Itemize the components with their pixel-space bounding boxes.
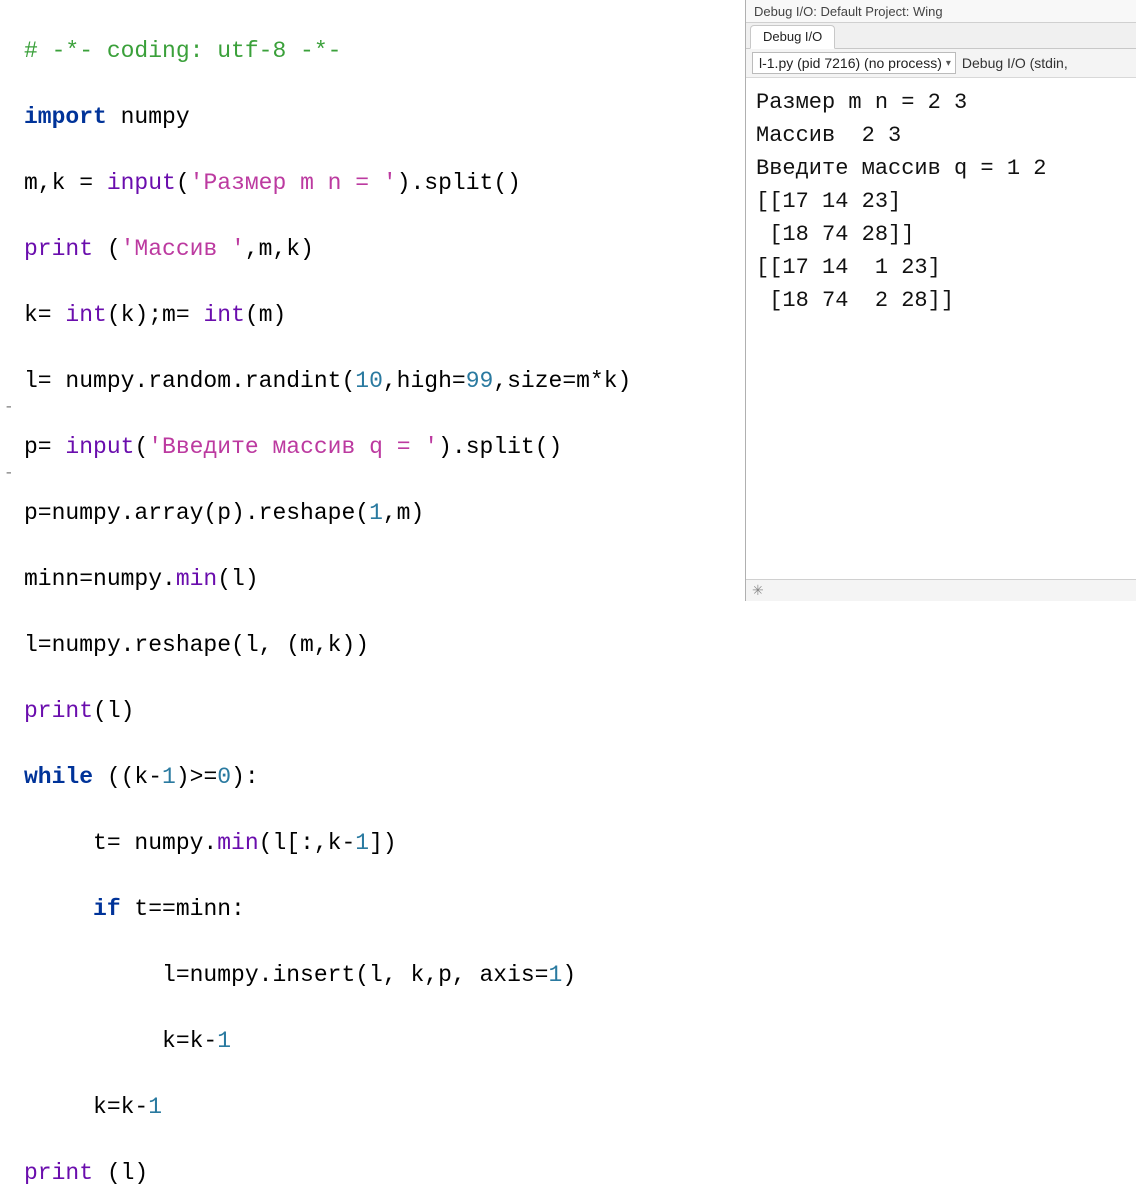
debug-tab-bar: Debug I/O <box>746 23 1136 49</box>
debug-toolbar-label: Debug I/O (stdin, <box>962 55 1068 71</box>
fn-print: print <box>24 1160 93 1186</box>
fn-input: input <box>65 434 134 460</box>
editor-gutter: - - <box>0 0 24 601</box>
debug-toolbar: l-1.py (pid 7216) (no process) ▾ Debug I… <box>746 49 1136 78</box>
code-text: ((k- <box>93 764 162 790</box>
code-string: 'Массив ' <box>121 236 245 262</box>
debug-output[interactable]: Размер m n = 2 3 Массив 2 3 Введите масс… <box>746 78 1136 579</box>
code-text: p=numpy.array(p).reshape( <box>24 500 369 526</box>
code-editor-pane: - - # -*- coding: utf-8 -*- import numpy… <box>0 0 745 601</box>
chevron-down-icon: ▾ <box>946 58 951 69</box>
code-text: l=numpy.insert(l, k,p, axis= <box>24 962 549 988</box>
debug-pane-title: Debug I/O: Default Project: Wing <box>746 0 1136 23</box>
code-text: ]) <box>369 830 397 856</box>
code-text: k= <box>24 302 65 328</box>
fn-min: min <box>217 830 258 856</box>
code-comment: # -*- coding: utf-8 -*- <box>24 38 341 64</box>
code-text: ,size=m*k) <box>493 368 631 394</box>
code-text: ,high= <box>383 368 466 394</box>
code-text <box>24 896 93 922</box>
code-text: numpy <box>107 104 190 130</box>
code-number: 99 <box>466 368 494 394</box>
code-text: ( <box>176 170 190 196</box>
fn-int: int <box>65 302 106 328</box>
code-number: 0 <box>217 764 231 790</box>
code-text: ( <box>93 236 121 262</box>
code-string: 'Размер m n = ' <box>190 170 397 196</box>
code-text: minn=numpy. <box>24 566 176 592</box>
code-area[interactable]: # -*- coding: utf-8 -*- import numpy m,k… <box>24 0 745 601</box>
process-selector-label: l-1.py (pid 7216) (no process) <box>759 55 942 71</box>
code-number: 1 <box>148 1094 162 1120</box>
fn-input: input <box>107 170 176 196</box>
code-text: ) <box>562 962 576 988</box>
code-number: 10 <box>355 368 383 394</box>
code-text: l= numpy.random.randint( <box>24 368 355 394</box>
fold-marker-icon[interactable]: - <box>4 398 14 416</box>
fn-min: min <box>176 566 217 592</box>
code-text: (l[:,k- <box>259 830 356 856</box>
debug-footer: ✳ <box>746 579 1136 601</box>
code-text: ,m) <box>383 500 424 526</box>
code-number: 1 <box>162 764 176 790</box>
code-number: 1 <box>217 1028 231 1054</box>
code-text: m,k = <box>24 170 107 196</box>
code-text: k=k- <box>24 1028 217 1054</box>
code-text: l=numpy.reshape(l, (m,k)) <box>24 632 369 658</box>
code-text: p= <box>24 434 65 460</box>
kw-if: if <box>93 896 121 922</box>
code-text: ,m,k) <box>245 236 314 262</box>
code-text: )>= <box>176 764 217 790</box>
code-number: 1 <box>369 500 383 526</box>
code-text: (l) <box>93 698 134 724</box>
code-text: k=k- <box>24 1094 148 1120</box>
fold-marker-icon[interactable]: - <box>4 464 14 482</box>
code-text: (k);m= <box>107 302 204 328</box>
code-number: 1 <box>355 830 369 856</box>
code-string: 'Введите массив q = ' <box>148 434 438 460</box>
code-text: ).split() <box>397 170 521 196</box>
bug-icon[interactable]: ✳ <box>752 582 764 599</box>
code-text: t= numpy. <box>24 830 217 856</box>
fn-print: print <box>24 236 93 262</box>
process-selector[interactable]: l-1.py (pid 7216) (no process) ▾ <box>752 52 956 74</box>
code-number: 1 <box>549 962 563 988</box>
debug-io-pane: Debug I/O: Default Project: Wing Debug I… <box>745 0 1136 601</box>
kw-import: import <box>24 104 107 130</box>
code-text: (l) <box>217 566 258 592</box>
fn-print: print <box>24 698 93 724</box>
code-text: ( <box>134 434 148 460</box>
code-text: (l) <box>93 1160 148 1186</box>
tab-debug-io[interactable]: Debug I/O <box>750 25 835 49</box>
kw-while: while <box>24 764 93 790</box>
code-text: ): <box>231 764 259 790</box>
fn-int: int <box>203 302 244 328</box>
code-text: t==minn: <box>121 896 245 922</box>
code-text: (m) <box>245 302 286 328</box>
code-text: ).split() <box>438 434 562 460</box>
